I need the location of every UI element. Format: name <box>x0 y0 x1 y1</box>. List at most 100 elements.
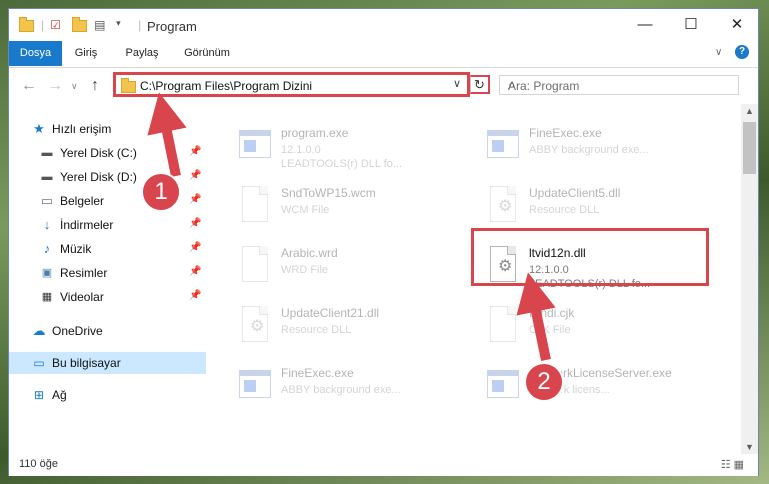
pin-icon[interactable]: 📌 <box>189 242 201 253</box>
file-name: Arabic.wrd <box>281 246 338 260</box>
sidebar-item-label: Ağ <box>52 388 67 402</box>
file-name: UpdateClient5.dll <box>529 186 621 200</box>
close-button[interactable]: ✕ <box>714 9 760 41</box>
pin-icon[interactable]: 📌 <box>189 194 201 205</box>
folder-icon[interactable] <box>19 17 34 32</box>
recent-locations-chevron-icon[interactable]: ∨ <box>71 81 78 92</box>
vertical-scrollbar[interactable]: ▲ ▼ <box>741 104 758 454</box>
chevron-down-icon[interactable]: ∨ <box>715 47 722 58</box>
file-highlight-box <box>471 228 709 286</box>
sidebar-item-network[interactable]: ⊞ Ağ <box>9 384 206 406</box>
exe-icon <box>239 126 271 164</box>
video-icon: ▦ <box>41 291 53 303</box>
scroll-down-icon[interactable]: ▼ <box>741 442 758 452</box>
exe-icon <box>487 126 519 164</box>
sidebar-item-videos[interactable]: ▦ Videolar 📌 <box>9 286 206 308</box>
back-arrow-icon[interactable]: ← <box>21 77 37 95</box>
scrollbar-thumb[interactable] <box>743 122 756 174</box>
document-icon <box>487 306 519 344</box>
file-item[interactable]: NetworkLicenseServer.exe Network licens.… <box>483 360 723 412</box>
file-detail: Resource DLL <box>529 204 600 216</box>
search-input[interactable]: Ara: Program ⌕ <box>499 75 739 95</box>
sidebar-item-label: Hızlı erişim <box>52 122 112 136</box>
file-detail: Resource DLL <box>281 324 352 336</box>
sidebar-item-music[interactable]: ♪ Müzik 📌 <box>9 238 206 260</box>
properties-icon[interactable]: ☑ <box>50 18 64 32</box>
file-name: SndToWP15.wcm <box>281 186 376 200</box>
file-item[interactable]: program.exe 12.1.0.0 LEADTOOLS(r) DLL fo… <box>235 120 475 172</box>
file-detail: WCM File <box>281 204 330 216</box>
sidebar-item-label: Resimler <box>60 266 108 280</box>
pin-icon[interactable]: 📌 <box>189 170 201 181</box>
sidebar-item-downloads[interactable]: ↓ İndirmeler 📌 <box>9 214 206 236</box>
address-path: C:\Program Files\Program Dizini <box>140 79 313 93</box>
pin-icon[interactable]: 📌 <box>189 218 201 229</box>
chevron-down-icon[interactable]: ∨ <box>453 77 461 90</box>
address-bar[interactable]: C:\Program Files\Program Dizini ∨ <box>113 72 470 97</box>
sidebar-item-label: Müzik <box>60 242 92 256</box>
cloud-icon: ☁ <box>32 323 46 338</box>
sidebar-item-pictures[interactable]: ▣ Resimler 📌 <box>9 262 206 284</box>
file-name: FineExec.exe <box>281 366 354 380</box>
file-detail: ABBY background exe... <box>529 144 649 156</box>
pin-icon[interactable]: 📌 <box>189 290 201 301</box>
file-name: FineExec.exe <box>529 126 602 140</box>
scroll-up-icon[interactable]: ▲ <box>741 106 758 116</box>
file-item[interactable]: ⚙ UpdateClient5.dll Resource DLL <box>483 180 723 232</box>
view-toggle-icons[interactable]: ☷ ▦ <box>721 458 744 471</box>
exe-icon <box>239 366 271 404</box>
tab-gorunum[interactable]: Görünüm <box>175 41 239 66</box>
file-name: program.exe <box>281 126 349 140</box>
help-icon[interactable]: ? <box>735 45 749 59</box>
sidebar-item-disk-c[interactable]: ▬ Yerel Disk (C:) 📌 <box>9 142 206 164</box>
drive-icon: ▬ <box>41 147 53 159</box>
step-badge-1: 1 <box>141 172 181 212</box>
address-row: ← → ∨ ↑ C:\Program Files\Program Dizini … <box>9 68 758 104</box>
file-name: UpdateClient21.dll <box>281 306 380 320</box>
status-bar: 110 öğe ☷ ▦ <box>9 454 758 476</box>
sidebar-item-label: İndirmeler <box>60 218 114 232</box>
star-icon: ★ <box>33 121 45 136</box>
file-item[interactable]: Hindi.cjk CJK File <box>483 300 723 352</box>
sidebar-item-label: Yerel Disk (C:) <box>60 146 137 160</box>
file-name: Hindi.cjk <box>529 306 575 320</box>
forward-arrow-icon[interactable]: → <box>47 77 63 95</box>
file-detail: WRD File <box>281 264 329 276</box>
separator: | <box>41 18 45 32</box>
network-icon: ⊞ <box>33 388 45 402</box>
file-item[interactable]: FineExec.exe ABBY background exe... <box>483 120 723 172</box>
download-icon: ↓ <box>43 217 51 232</box>
file-item[interactable]: SndToWP15.wcm WCM File <box>235 180 475 232</box>
item-count: 110 öğe <box>19 458 58 470</box>
file-detail: ABBY background exe... <box>281 384 401 396</box>
file-item[interactable]: ⚙ UpdateClient21.dll Resource DLL <box>235 300 475 352</box>
title-bar: | ☑ ▤ ▾ | Program — ☐ ✕ <box>9 9 758 41</box>
dll-icon: ⚙ <box>239 306 271 344</box>
file-detail: 12.1.0.0 <box>281 144 321 156</box>
file-item[interactable]: FineExec.exe ABBY background exe... <box>235 360 475 412</box>
refresh-button[interactable]: ↻ <box>470 75 490 94</box>
document-icon <box>239 246 271 284</box>
tab-paylas[interactable]: Paylaş <box>117 41 167 66</box>
sidebar-item-quick-access[interactable]: ★ Hızlı erişim <box>9 118 206 140</box>
dll-icon: ⚙ <box>487 186 519 224</box>
sidebar-item-label: Yerel Disk (D:) <box>60 170 137 184</box>
chevron-down-icon[interactable]: ▾ <box>116 18 130 32</box>
pin-icon[interactable]: 📌 <box>189 266 201 277</box>
sidebar-item-onedrive[interactable]: ☁ OneDrive <box>9 320 206 342</box>
up-arrow-icon[interactable]: ↑ <box>91 77 99 95</box>
file-detail: LEADTOOLS(r) DLL fo... <box>281 158 403 170</box>
file-item[interactable]: Arabic.wrd WRD File <box>235 240 475 292</box>
minimize-button[interactable]: — <box>622 9 668 41</box>
navigation-pane: ★ Hızlı erişim ▬ Yerel Disk (C:) 📌 ▬ Yer… <box>9 104 206 444</box>
maximize-button[interactable]: ☐ <box>668 9 714 41</box>
tab-dosya[interactable]: Dosya <box>9 41 62 66</box>
sidebar-item-label: OneDrive <box>52 324 103 338</box>
pictures-icon: ▣ <box>41 267 53 279</box>
sidebar-item-this-pc[interactable]: ▭ Bu bilgisayar <box>9 352 206 374</box>
view-options-icon[interactable]: ▤ <box>94 18 108 32</box>
ribbon-tabs: Dosya Giriş Paylaş Görünüm ∨ ? <box>9 41 758 68</box>
pin-icon[interactable]: 📌 <box>189 146 201 157</box>
new-folder-icon[interactable] <box>72 17 88 32</box>
tab-giris[interactable]: Giriş <box>65 41 107 66</box>
